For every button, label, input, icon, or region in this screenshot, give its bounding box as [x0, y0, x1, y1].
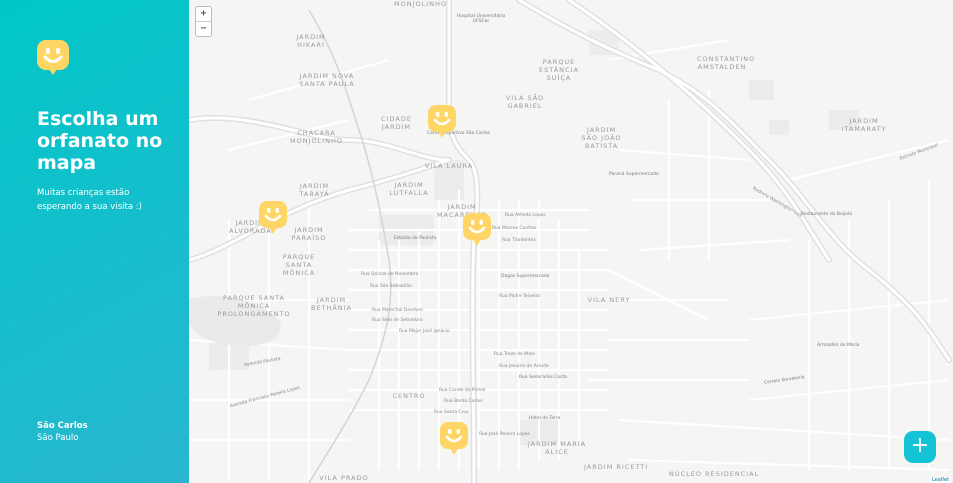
street-label: Rua Bento Carlos: [444, 399, 483, 404]
poi-label: Restaurante do Beijola: [801, 212, 852, 217]
page-title: Escolha um orfanato no mapa: [37, 108, 163, 174]
state-name: São Paulo: [37, 433, 79, 443]
neighborhood-label: JARDIM TABAYÁ: [299, 182, 330, 198]
poi-label: Hospital Universitário UFSCar: [456, 14, 506, 24]
orphanage-marker[interactable]: [428, 105, 456, 139]
poi-label: Hotel do Terra: [529, 416, 561, 421]
street-label: Rua Tiradentes: [502, 238, 536, 243]
neighborhood-label: JARDIM NOVA SANTA PAULA: [299, 72, 355, 88]
map-attribution-link[interactable]: Leaflet: [929, 477, 951, 483]
poi-label: Paraná Supermercado: [609, 172, 659, 177]
orphanage-marker[interactable]: [259, 201, 287, 235]
street-label: Rua Marechal Deodoro: [372, 308, 423, 313]
street-label: Rua Padre Teixeira: [499, 294, 541, 299]
neighborhood-label: JARDIM RICETTI: [584, 463, 649, 471]
poi-label: Dagos Supermercado: [501, 274, 550, 279]
zoom-out-button[interactable]: −: [196, 22, 211, 36]
neighborhood-label: JARDIM BETHÂNIA: [310, 296, 353, 312]
street-label: Rua Alfredo Lopes: [505, 213, 546, 218]
neighborhood-label: JARDIM SÃO JOÃO BATISTA: [581, 126, 622, 150]
street-label: Rua José Pereira Lopes: [479, 432, 530, 437]
neighborhood-label: JARDIM LUTFALLA: [389, 181, 429, 197]
neighborhood-label: JARDIM HIKARI: [296, 33, 326, 49]
neighborhood-label: JARDIM PARAÍSO: [291, 226, 327, 242]
street-label: Rua Marcos Cunhas: [492, 226, 537, 231]
zoom-in-button[interactable]: +: [196, 7, 211, 22]
neighborhood-label: CIDADE JARDIM: [381, 115, 412, 131]
location-footer: São Carlos São Paulo: [37, 420, 88, 444]
create-orphanage-button[interactable]: +: [904, 431, 936, 463]
page-subtitle: Muitas crianças estão esperando a sua vi…: [37, 188, 142, 212]
street-label: Rua Santa Cruz: [434, 410, 469, 415]
neighborhood-label: PARQUE SANTA MÔNICA PROLONGAMENTO: [217, 294, 291, 318]
street-label: Rua Conde do Pinhal: [439, 388, 486, 393]
neighborhood-label: CHÁCARA MONJOLINHO: [289, 129, 344, 145]
neighborhood-label: PARQUE SANTA MÔNICA: [282, 253, 316, 277]
poi-label: Rua Semiramis Costa: [519, 375, 568, 380]
sidebar: Escolha um orfanato no mapa Muitas crian…: [0, 0, 189, 483]
happy-logo-icon: [37, 40, 69, 75]
neighborhood-label: VILA LAURA: [424, 162, 474, 170]
neighborhood-label: NÚCLEO RESIDENCIAL: [669, 470, 760, 478]
street-label: Rua Treze de Maio: [494, 352, 535, 357]
street-label: Rua Sete de Setembro: [372, 318, 423, 323]
neighborhood-label: PARQUE ESTÂNCIA SUÍÇA: [539, 58, 579, 82]
neighborhood-label: CENTRO: [392, 392, 426, 400]
poi-label: Estádio do Paulista: [394, 236, 437, 241]
orphanage-marker[interactable]: [463, 213, 491, 247]
poi-label: Armazém de Maria: [817, 343, 860, 348]
neighborhood-label: CONSTANTINO AMSTALDEN: [697, 55, 756, 71]
street-label: Rua Major José Ignácio: [399, 329, 450, 334]
zoom-control: + −: [195, 6, 212, 37]
street-label: Rua Quinze de Novembro: [361, 272, 419, 277]
city-name: São Carlos: [37, 421, 88, 431]
neighborhood-label: VILA NERY: [587, 296, 631, 304]
orphanage-marker[interactable]: [440, 422, 468, 456]
neighborhood-label: VILA SÃO GABRIEL: [505, 94, 545, 110]
orphanages-map[interactable]: JARDIM HIKARI JARDIM NOVA SANTA PAULA PA…: [189, 0, 953, 483]
street-label: Rua Jesuíno de Arruda: [499, 364, 549, 369]
neighborhood-label: MONJOLINHO: [394, 0, 448, 8]
neighborhood-label: JARDIM MARIA ALICE: [527, 440, 587, 456]
neighborhood-label: VILA PRADO: [319, 474, 369, 482]
street-label: Rua São Sebastião: [370, 284, 412, 289]
neighborhood-label: JARDIM ITAMARATY: [841, 117, 887, 133]
